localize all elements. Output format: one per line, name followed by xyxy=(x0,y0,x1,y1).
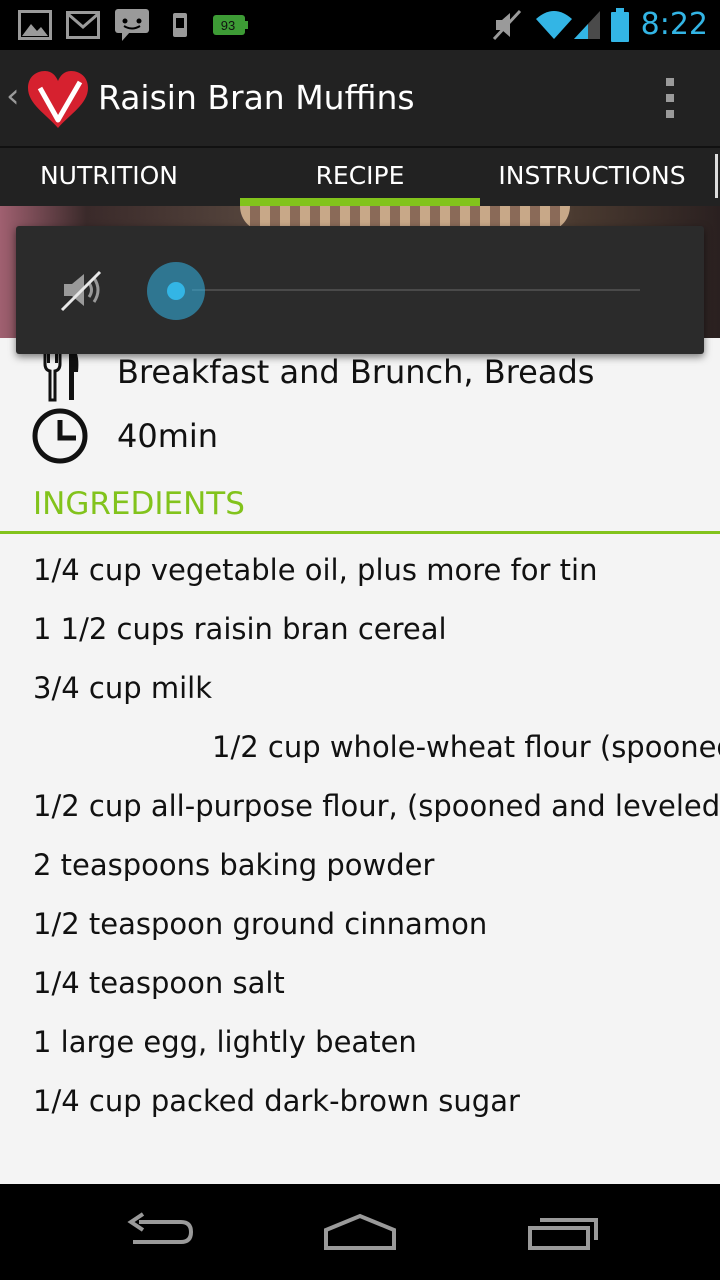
wifi-icon xyxy=(534,0,574,50)
volume-slider-thumb[interactable] xyxy=(147,262,205,320)
ingredient-item: 1 large egg, lightly beaten xyxy=(33,1025,417,1059)
app-logo-icon[interactable] xyxy=(24,68,92,130)
picture-icon xyxy=(18,0,52,50)
overflow-menu-icon[interactable] xyxy=(660,78,680,118)
tab-instructions[interactable]: INSTRUCTIONS xyxy=(480,148,704,206)
navigation-bar xyxy=(0,1184,720,1280)
recent-apps-icon[interactable] xyxy=(508,1202,618,1262)
ingredient-item: 1/2 cup whole-wheat flour (spooned xyxy=(212,730,720,764)
chat-icon xyxy=(114,0,150,50)
tab-nutrition[interactable]: NUTRITION xyxy=(0,148,218,206)
ingredient-item: 1 1/2 cups raisin bran cereal xyxy=(33,612,447,646)
status-bar: 93 8:22 xyxy=(0,0,720,50)
ingredients-divider xyxy=(0,531,720,534)
home-icon[interactable] xyxy=(305,1202,415,1262)
clock: 8:22 xyxy=(640,7,708,42)
up-caret-icon[interactable]: ‹ xyxy=(6,78,20,114)
ingredient-item: 1/2 teaspoon ground cinnamon xyxy=(33,907,488,941)
page-title: Raisin Bran Muffins xyxy=(98,78,415,117)
signal-icon xyxy=(572,0,602,50)
ingredient-item: 3/4 cup milk xyxy=(33,671,212,705)
ingredient-item: 1/4 cup packed dark-brown sugar xyxy=(33,1084,520,1118)
battery-badge-icon: 93 xyxy=(212,0,248,50)
tab-selected-indicator xyxy=(240,198,480,206)
volume-muted-icon[interactable] xyxy=(58,266,106,314)
ingredients-heading: INGREDIENTS xyxy=(33,486,245,522)
tab-strip: NUTRITION RECIPE INSTRUCTIONS xyxy=(0,146,720,206)
tab-divider xyxy=(715,154,718,198)
back-icon[interactable] xyxy=(105,1202,215,1262)
action-bar: ‹ Raisin Bran Muffins xyxy=(0,50,720,146)
ingredient-item: 2 teaspoons baking powder xyxy=(33,848,435,882)
ingredient-item: 1/2 cup all-purpose flour, (spooned and … xyxy=(33,789,720,823)
clock-icon xyxy=(32,408,90,466)
ingredient-item: 1/4 teaspoon salt xyxy=(33,966,285,1000)
sim-icon xyxy=(172,0,188,50)
volume-slider-track[interactable] xyxy=(192,289,640,291)
volume-panel xyxy=(16,226,704,354)
mute-icon xyxy=(492,0,522,50)
svg-text:93: 93 xyxy=(221,18,235,33)
recipe-time: 40min xyxy=(117,417,219,455)
time-row: 40min xyxy=(0,406,720,466)
ingredient-item: 1/4 cup vegetable oil, plus more for tin xyxy=(33,553,598,587)
battery-icon xyxy=(610,0,630,50)
gmail-icon xyxy=(66,0,100,50)
